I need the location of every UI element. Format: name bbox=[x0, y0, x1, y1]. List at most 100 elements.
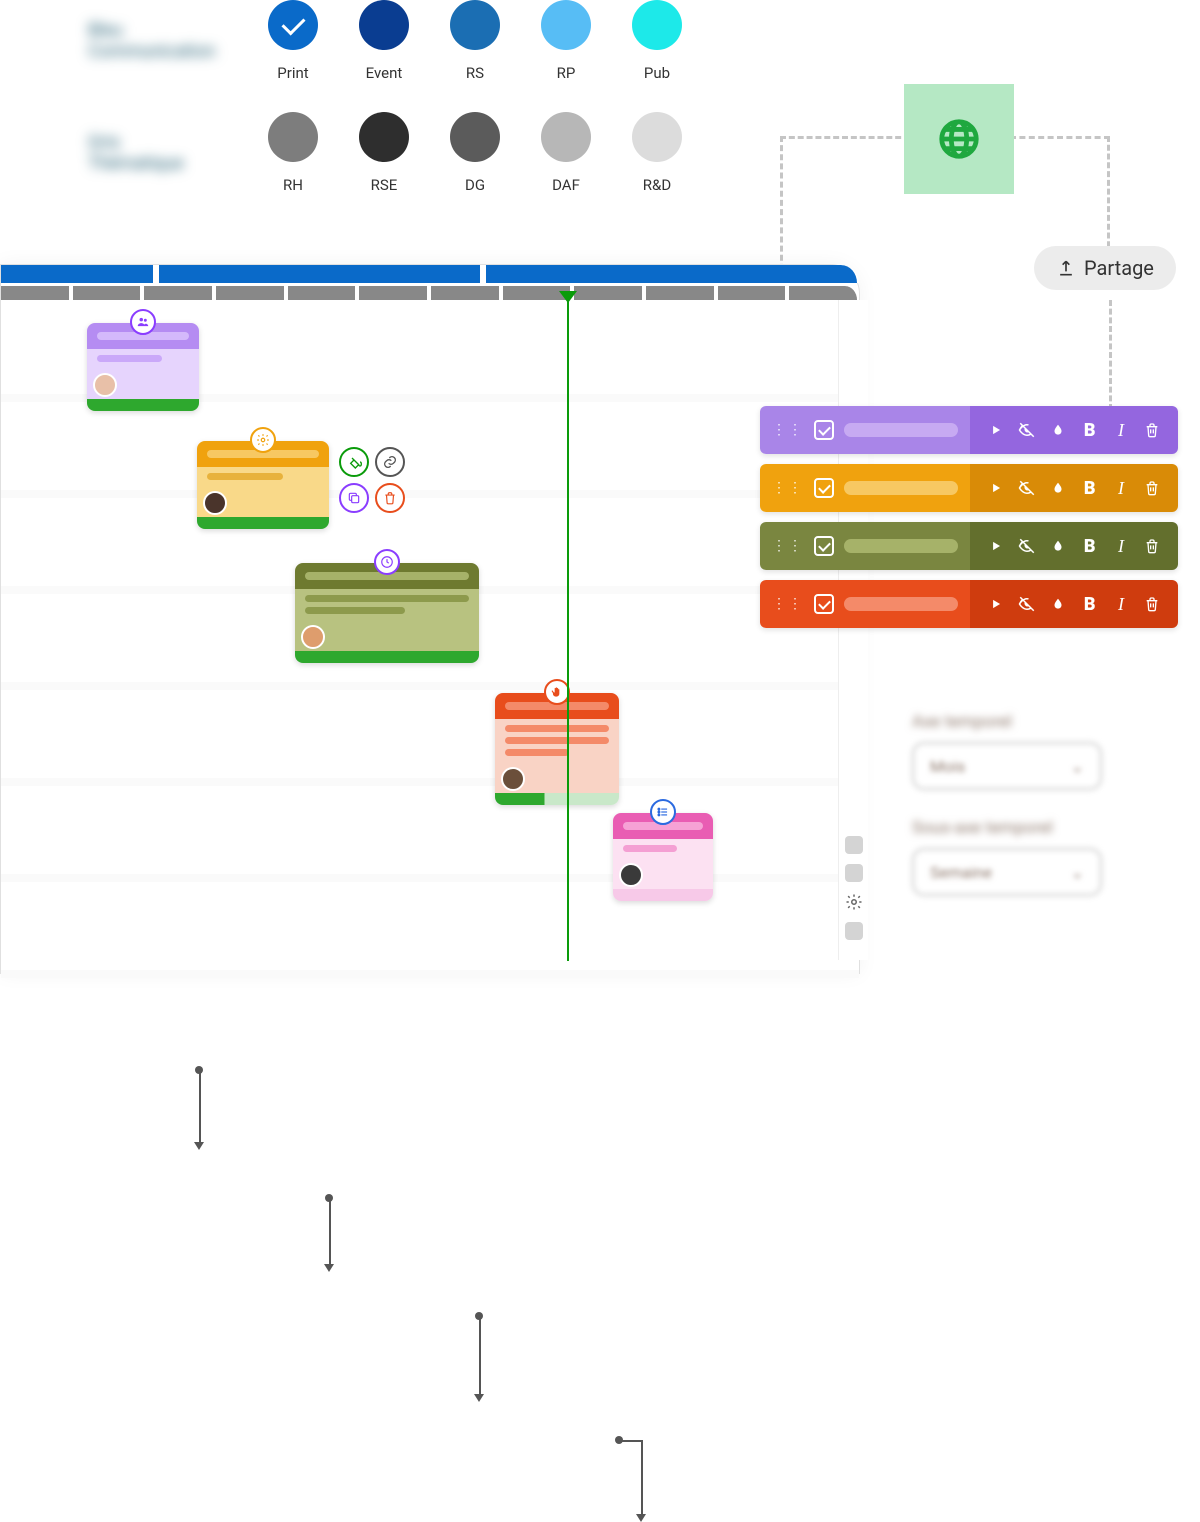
eye-slash-icon[interactable] bbox=[1017, 478, 1037, 498]
drag-handle-icon[interactable]: ⋮⋮ bbox=[772, 480, 804, 496]
drag-handle-icon[interactable]: ⋮⋮ bbox=[772, 422, 804, 438]
timeline-card-c2[interactable] bbox=[197, 441, 329, 529]
action-trash[interactable] bbox=[375, 483, 405, 513]
swatch-circle[interactable] bbox=[541, 0, 591, 50]
palette-label-1: Bleu Communication bbox=[88, 20, 268, 62]
swatch-rse[interactable]: RSE bbox=[359, 112, 409, 194]
settings-select-axis[interactable]: Mois ⌄ bbox=[912, 742, 1102, 790]
swatch-label: Event bbox=[366, 64, 403, 82]
palette-row-communication: Bleu Communication Print Event RS RP Pub bbox=[88, 0, 682, 82]
swatch-label: DG bbox=[465, 176, 485, 194]
play-icon[interactable] bbox=[986, 420, 1006, 440]
legend-checkbox[interactable] bbox=[814, 536, 834, 556]
action-paint-bucket[interactable] bbox=[339, 447, 369, 477]
swatch-event[interactable]: Event bbox=[359, 0, 409, 82]
sidebar-gear-icon[interactable] bbox=[844, 892, 864, 912]
sidebar-mini-3[interactable] bbox=[845, 922, 863, 940]
legend-label-placeholder bbox=[844, 481, 958, 495]
legend-label-placeholder bbox=[844, 539, 958, 553]
bold-icon[interactable]: B bbox=[1080, 478, 1100, 498]
swatch-rs[interactable]: RS bbox=[450, 0, 500, 82]
swatch-label: Print bbox=[277, 64, 308, 82]
eye-slash-icon[interactable] bbox=[1017, 594, 1037, 614]
swatch-label: R&D bbox=[643, 176, 671, 194]
timeline-card-c1[interactable] bbox=[87, 323, 199, 411]
swatch-circle[interactable] bbox=[359, 0, 409, 50]
board-sidebar-strip bbox=[838, 300, 868, 960]
italic-icon[interactable]: I bbox=[1111, 594, 1131, 614]
swatch-circle[interactable] bbox=[450, 0, 500, 50]
legend-row-0[interactable]: ⋮⋮ BI bbox=[760, 406, 1178, 454]
drop-icon[interactable] bbox=[1048, 478, 1068, 498]
bold-icon[interactable]: B bbox=[1080, 594, 1100, 614]
chevron-down-icon: ⌄ bbox=[1071, 863, 1084, 882]
palette-row-thematique: Gris Thématique RHRSEDGDAFR&D bbox=[88, 112, 682, 194]
avatar bbox=[93, 373, 117, 397]
legend-checkbox[interactable] bbox=[814, 594, 834, 614]
legend-checkbox[interactable] bbox=[814, 478, 834, 498]
avatar bbox=[501, 767, 525, 791]
swatch-label: RH bbox=[283, 176, 303, 194]
sidebar-mini-1[interactable] bbox=[845, 836, 863, 854]
avatar bbox=[301, 625, 325, 649]
bold-icon[interactable]: B bbox=[1080, 536, 1100, 556]
swatch-circle[interactable] bbox=[632, 0, 682, 50]
trash-icon[interactable] bbox=[1142, 536, 1162, 556]
people-icon bbox=[130, 309, 156, 335]
swatch-circle[interactable] bbox=[632, 112, 682, 162]
trash-icon[interactable] bbox=[1142, 420, 1162, 440]
upload-icon bbox=[1056, 258, 1076, 278]
swatch-print[interactable]: Print bbox=[268, 0, 318, 82]
timeline-card-c5[interactable] bbox=[613, 813, 713, 901]
swatch-circle[interactable] bbox=[450, 112, 500, 162]
play-icon[interactable] bbox=[986, 536, 1006, 556]
swatch-label: DAF bbox=[552, 176, 580, 194]
drop-icon[interactable] bbox=[1048, 420, 1068, 440]
legend-label-placeholder bbox=[844, 597, 958, 611]
swatch-label: RP bbox=[557, 64, 576, 82]
swatch-label: RS bbox=[466, 64, 484, 82]
swatch-r&d[interactable]: R&D bbox=[632, 112, 682, 194]
eye-slash-icon[interactable] bbox=[1017, 420, 1037, 440]
drop-icon[interactable] bbox=[1048, 594, 1068, 614]
eye-slash-icon[interactable] bbox=[1017, 536, 1037, 556]
settings-label-axis: Axe temporel bbox=[912, 712, 1162, 732]
legend-label-placeholder bbox=[844, 423, 958, 437]
legend-checkbox[interactable] bbox=[814, 420, 834, 440]
play-icon[interactable] bbox=[986, 594, 1006, 614]
swatch-circle[interactable] bbox=[268, 0, 318, 50]
drag-handle-icon[interactable]: ⋮⋮ bbox=[772, 538, 804, 554]
legend-row-3[interactable]: ⋮⋮ BI bbox=[760, 580, 1178, 628]
bold-icon[interactable]: B bbox=[1080, 420, 1100, 440]
italic-icon[interactable]: I bbox=[1111, 420, 1131, 440]
swatch-rh[interactable]: RH bbox=[268, 112, 318, 194]
action-copy[interactable] bbox=[339, 483, 369, 513]
swatch-circle[interactable] bbox=[359, 112, 409, 162]
sidebar-mini-2[interactable] bbox=[845, 864, 863, 882]
drag-handle-icon[interactable]: ⋮⋮ bbox=[772, 596, 804, 612]
italic-icon[interactable]: I bbox=[1111, 478, 1131, 498]
swatch-circle[interactable] bbox=[541, 112, 591, 162]
settings-select-subaxis[interactable]: Semaine ⌄ bbox=[912, 848, 1102, 896]
timeline-card-c3[interactable] bbox=[295, 563, 479, 663]
trash-icon[interactable] bbox=[1142, 478, 1162, 498]
share-button[interactable]: Partage bbox=[1034, 246, 1176, 290]
share-button-label: Partage bbox=[1084, 256, 1154, 280]
globe-icon bbox=[936, 116, 982, 162]
swatch-dg[interactable]: DG bbox=[450, 112, 500, 194]
italic-icon[interactable]: I bbox=[1111, 536, 1131, 556]
swatch-pub[interactable]: Pub bbox=[632, 0, 682, 82]
legend-row-1[interactable]: ⋮⋮ BI bbox=[760, 464, 1178, 512]
settings-label-subaxis: Sous-axe temporel bbox=[912, 818, 1162, 838]
timeline-playhead[interactable] bbox=[567, 301, 569, 961]
timeline-board bbox=[0, 264, 860, 974]
trash-icon[interactable] bbox=[1142, 594, 1162, 614]
action-link[interactable] bbox=[375, 447, 405, 477]
swatch-rp[interactable]: RP bbox=[541, 0, 591, 82]
drop-icon[interactable] bbox=[1048, 536, 1068, 556]
timeline-card-c4[interactable] bbox=[495, 693, 619, 805]
legend-row-2[interactable]: ⋮⋮ BI bbox=[760, 522, 1178, 570]
swatch-circle[interactable] bbox=[268, 112, 318, 162]
play-icon[interactable] bbox=[986, 478, 1006, 498]
swatch-daf[interactable]: DAF bbox=[541, 112, 591, 194]
